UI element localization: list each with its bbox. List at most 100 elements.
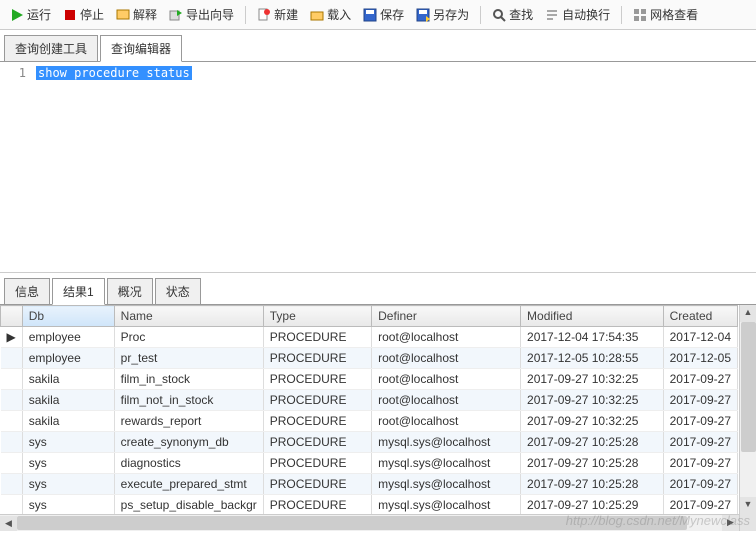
table-row[interactable]: sysdiagnosticsPROCEDUREmysql.sys@localho… [1, 453, 738, 474]
cell-definer[interactable]: root@localhost [372, 348, 521, 369]
cell-name[interactable]: film_in_stock [114, 369, 263, 390]
table-row[interactable]: sysps_setup_disable_backgrPROCEDUREmysql… [1, 495, 738, 516]
col-db[interactable]: Db [22, 306, 114, 327]
cell-type[interactable]: PROCEDURE [263, 495, 371, 516]
table-row[interactable]: ▶employeeProcPROCEDUREroot@localhost2017… [1, 327, 738, 348]
cell-created[interactable]: 2017-09-27 [663, 390, 737, 411]
cell-name[interactable]: execute_prepared_stmt [114, 474, 263, 495]
table-row[interactable]: sysexecute_prepared_stmtPROCEDUREmysql.s… [1, 474, 738, 495]
run-button[interactable]: 运行 [6, 4, 55, 25]
cell-modified[interactable]: 2017-09-27 10:32:25 [521, 411, 664, 432]
cell-type[interactable]: PROCEDURE [263, 453, 371, 474]
cell-modified[interactable]: 2017-09-27 10:25:28 [521, 453, 664, 474]
cell-definer[interactable]: mysql.sys@localhost [372, 474, 521, 495]
cell-created[interactable]: 2017-12-04 [663, 327, 737, 348]
scroll-thumb-vertical[interactable] [741, 322, 756, 452]
new-button[interactable]: 新建 [253, 4, 302, 25]
cell-type[interactable]: PROCEDURE [263, 327, 371, 348]
cell-modified[interactable]: 2017-09-27 10:32:25 [521, 369, 664, 390]
cell-modified[interactable]: 2017-09-27 10:25:28 [521, 432, 664, 453]
scroll-up-button[interactable]: ▲ [740, 305, 756, 322]
table-row[interactable]: sakilarewards_reportPROCEDUREroot@localh… [1, 411, 738, 432]
selected-code[interactable]: show procedure status [36, 66, 192, 80]
cell-name[interactable]: diagnostics [114, 453, 263, 474]
table-row[interactable]: employeepr_testPROCEDUREroot@localhost20… [1, 348, 738, 369]
tab-profile[interactable]: 概况 [107, 278, 153, 305]
cell-definer[interactable]: root@localhost [372, 411, 521, 432]
col-name[interactable]: Name [114, 306, 263, 327]
scroll-thumb-horizontal[interactable] [17, 516, 687, 530]
col-created[interactable]: Created [663, 306, 737, 327]
cell-definer[interactable]: mysql.sys@localhost [372, 432, 521, 453]
export-wizard-button[interactable]: 导出向导 [165, 4, 238, 25]
cell-modified[interactable]: 2017-12-04 17:54:35 [521, 327, 664, 348]
wrap-icon [545, 8, 559, 22]
cell-modified[interactable]: 2017-09-27 10:32:25 [521, 390, 664, 411]
cell-db[interactable]: sys [22, 432, 114, 453]
cell-created[interactable]: 2017-09-27 [663, 453, 737, 474]
cell-created[interactable]: 2017-09-27 [663, 369, 737, 390]
save-button[interactable]: 保存 [359, 4, 408, 25]
table-row[interactable]: sakilafilm_in_stockPROCEDUREroot@localho… [1, 369, 738, 390]
col-definer[interactable]: Definer [372, 306, 521, 327]
wrap-button[interactable]: 自动换行 [541, 4, 614, 25]
sql-editor[interactable]: 1 show procedure status [0, 62, 756, 270]
cell-name[interactable]: Proc [114, 327, 263, 348]
cell-definer[interactable]: mysql.sys@localhost [372, 495, 521, 516]
col-type[interactable]: Type [263, 306, 371, 327]
cell-type[interactable]: PROCEDURE [263, 432, 371, 453]
cell-db[interactable]: sys [22, 453, 114, 474]
stop-button[interactable]: 停止 [59, 4, 108, 25]
save-label: 保存 [380, 6, 404, 23]
cell-name[interactable]: film_not_in_stock [114, 390, 263, 411]
cell-type[interactable]: PROCEDURE [263, 369, 371, 390]
cell-db[interactable]: sys [22, 495, 114, 516]
cell-type[interactable]: PROCEDURE [263, 474, 371, 495]
scroll-right-button[interactable]: ▶ [722, 515, 739, 531]
cell-db[interactable]: employee [22, 348, 114, 369]
scroll-left-button[interactable]: ◀ [0, 516, 17, 531]
cell-definer[interactable]: root@localhost [372, 369, 521, 390]
tab-result1[interactable]: 结果1 [52, 278, 105, 305]
cell-created[interactable]: 2017-12-05 [663, 348, 737, 369]
cell-name[interactable]: ps_setup_disable_backgr [114, 495, 263, 516]
cell-modified[interactable]: 2017-09-27 10:25:28 [521, 474, 664, 495]
cell-definer[interactable]: root@localhost [372, 327, 521, 348]
tab-status[interactable]: 状态 [155, 278, 201, 305]
explain-button[interactable]: 解释 [112, 4, 161, 25]
cell-created[interactable]: 2017-09-27 [663, 411, 737, 432]
cell-definer[interactable]: mysql.sys@localhost [372, 453, 521, 474]
cell-type[interactable]: PROCEDURE [263, 411, 371, 432]
tab-create-tool[interactable]: 查询创建工具 [4, 35, 98, 62]
table-row[interactable]: syscreate_synonym_dbPROCEDUREmysql.sys@l… [1, 432, 738, 453]
grid-view-button[interactable]: 网格查看 [629, 4, 702, 25]
find-button[interactable]: 查找 [488, 4, 537, 25]
results-grid[interactable]: Db Name Type Definer Modified Created ▶e… [0, 305, 738, 516]
cell-definer[interactable]: root@localhost [372, 390, 521, 411]
cell-modified[interactable]: 2017-12-05 10:28:55 [521, 348, 664, 369]
cell-db[interactable]: employee [22, 327, 114, 348]
cell-name[interactable]: rewards_report [114, 411, 263, 432]
cell-db[interactable]: sakila [22, 369, 114, 390]
cell-created[interactable]: 2017-09-27 [663, 495, 737, 516]
cell-db[interactable]: sakila [22, 411, 114, 432]
cell-name[interactable]: pr_test [114, 348, 263, 369]
scroll-down-button[interactable]: ▼ [740, 497, 756, 514]
load-button[interactable]: 载入 [306, 4, 355, 25]
col-modified[interactable]: Modified [521, 306, 664, 327]
cell-type[interactable]: PROCEDURE [263, 390, 371, 411]
cell-db[interactable]: sys [22, 474, 114, 495]
table-row[interactable]: sakilafilm_not_in_stockPROCEDUREroot@loc… [1, 390, 738, 411]
tab-query-editor[interactable]: 查询编辑器 [100, 35, 182, 62]
cell-name[interactable]: create_synonym_db [114, 432, 263, 453]
cell-modified[interactable]: 2017-09-27 10:25:29 [521, 495, 664, 516]
vertical-scrollbar[interactable]: ▲ ▼ [739, 305, 756, 531]
cell-created[interactable]: 2017-09-27 [663, 474, 737, 495]
cell-created[interactable]: 2017-09-27 [663, 432, 737, 453]
cell-type[interactable]: PROCEDURE [263, 348, 371, 369]
code-area[interactable]: show procedure status [32, 62, 756, 270]
tab-info[interactable]: 信息 [4, 278, 50, 305]
save-as-button[interactable]: 另存为 [412, 4, 473, 25]
horizontal-scrollbar[interactable]: ◀ ▶ [0, 514, 739, 531]
cell-db[interactable]: sakila [22, 390, 114, 411]
